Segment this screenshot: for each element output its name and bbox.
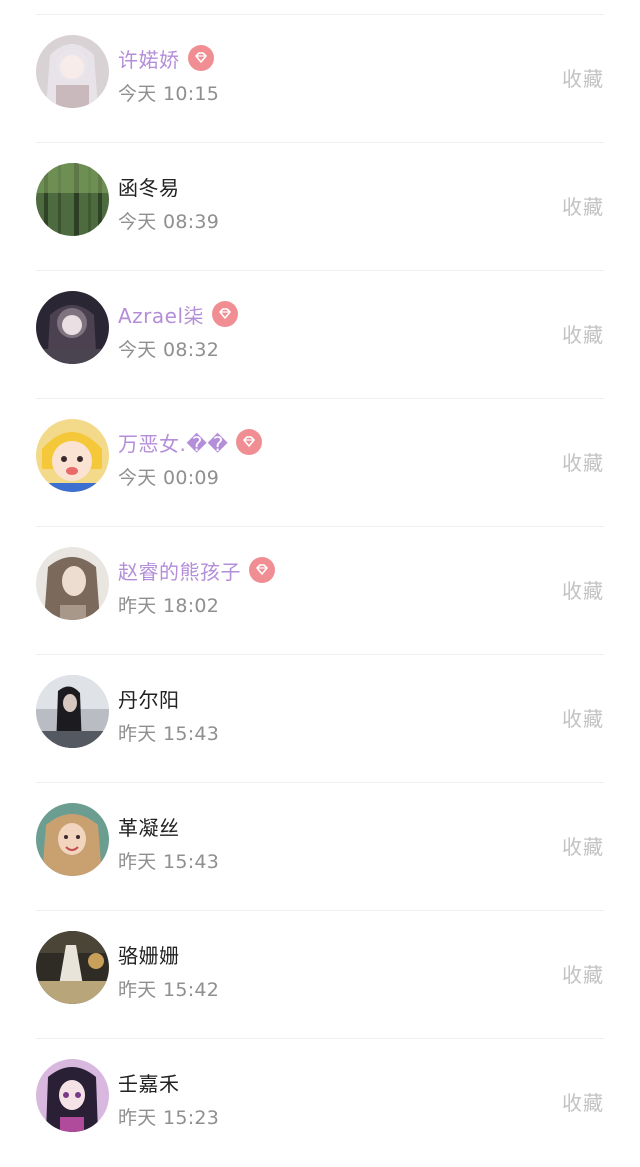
favorite-button[interactable]: 收藏 <box>562 59 604 96</box>
list-item[interactable]: 革凝丝 昨天 15:43 收藏 <box>0 783 640 911</box>
visit-time: 昨天 15:23 <box>118 1107 220 1129</box>
avatar[interactable] <box>36 547 109 620</box>
avatar[interactable] <box>36 675 109 748</box>
visit-time: 今天 10:15 <box>118 83 220 105</box>
user-name: 函冬易 <box>118 175 180 200</box>
vip-diamond-icon <box>236 429 263 455</box>
list-item[interactable]: 函冬易 今天 08:39 收藏 <box>0 143 640 271</box>
favorite-button[interactable]: 收藏 <box>562 443 604 480</box>
vip-diamond-icon <box>212 301 239 327</box>
list-item[interactable]: Azrael柒 今天 08:32 收藏 <box>0 271 640 399</box>
list-item[interactable]: 壬嘉禾 昨天 15:23 收藏 <box>0 1039 640 1167</box>
favorite-button[interactable]: 收藏 <box>562 955 604 992</box>
list-item[interactable]: 丹尔阳 昨天 15:43 收藏 <box>0 655 640 783</box>
favorite-button[interactable]: 收藏 <box>562 827 604 864</box>
visit-time: 昨天 15:42 <box>118 979 220 1001</box>
avatar[interactable] <box>36 291 109 364</box>
avatar[interactable] <box>36 35 109 108</box>
visit-time: 昨天 15:43 <box>118 851 220 873</box>
avatar[interactable] <box>36 1059 109 1132</box>
favorite-button[interactable]: 收藏 <box>562 187 604 224</box>
user-name: 赵睿的熊孩子 <box>118 559 241 584</box>
visit-time: 今天 08:32 <box>118 339 220 361</box>
list-item[interactable]: 万恶女.�� 今天 00:09 收藏 <box>0 399 640 527</box>
visit-time: 昨天 15:43 <box>118 723 220 745</box>
favorite-button[interactable]: 收藏 <box>562 699 604 736</box>
avatar[interactable] <box>36 419 109 492</box>
vip-diamond-icon <box>249 557 275 583</box>
user-name: 壬嘉禾 <box>118 1071 180 1096</box>
user-name: 革凝丝 <box>118 815 180 840</box>
user-name: Azrael柒 <box>118 303 205 328</box>
list-item[interactable]: 骆姗姗 昨天 15:42 收藏 <box>0 911 640 1039</box>
user-name: 丹尔阳 <box>118 687 180 712</box>
visit-time: 今天 00:09 <box>118 467 220 489</box>
list-item[interactable]: 许婼娇 今天 10:15 收藏 <box>0 15 640 143</box>
user-name: 骆姗姗 <box>118 943 180 968</box>
favorite-button[interactable]: 收藏 <box>562 571 604 608</box>
visit-time: 昨天 18:02 <box>118 595 220 617</box>
vip-diamond-icon <box>187 45 214 71</box>
avatar[interactable] <box>36 931 109 1004</box>
favorite-button[interactable]: 收藏 <box>562 1083 604 1120</box>
avatar[interactable] <box>36 163 109 236</box>
visit-time: 今天 08:39 <box>118 211 220 233</box>
favorite-button[interactable]: 收藏 <box>562 315 604 352</box>
user-name: 许婼娇 <box>118 47 180 72</box>
list-item[interactable]: 赵睿的熊孩子 昨天 18:02 收藏 <box>0 527 640 655</box>
user-name: 万恶女.�� <box>118 431 229 456</box>
avatar[interactable] <box>36 803 109 876</box>
